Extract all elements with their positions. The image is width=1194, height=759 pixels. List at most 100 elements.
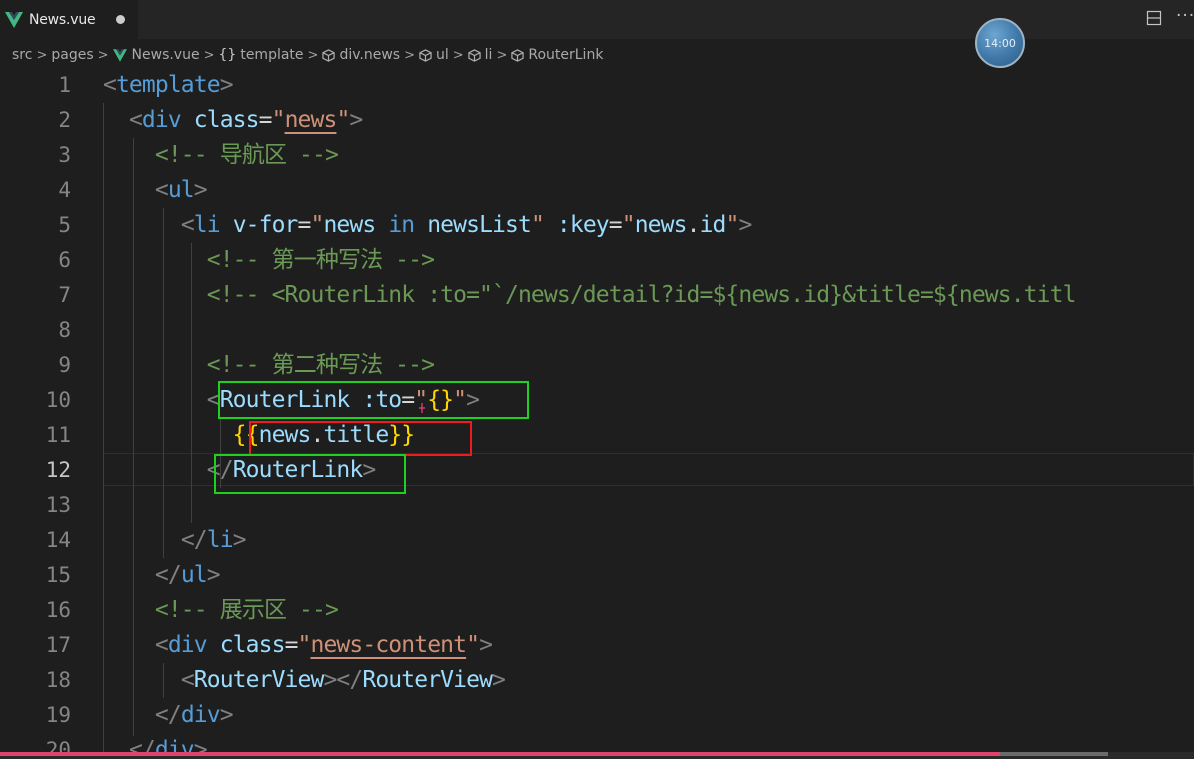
code-line[interactable]: 1 <template> (0, 68, 1194, 103)
code-token: > (466, 387, 480, 413)
code-token: " (271, 107, 286, 133)
code-line[interactable]: 16 <!-- 展示区 --> (0, 593, 1194, 628)
code-token: > (479, 632, 493, 658)
code-token: id (699, 212, 727, 238)
code-token: = (608, 212, 623, 238)
code-token: div (141, 107, 182, 133)
code-token: li (193, 212, 221, 238)
code-line[interactable]: 3 <!-- 导航区 --> (0, 138, 1194, 173)
code-line[interactable]: 13 (0, 488, 1194, 523)
code-text: {{news.title}} (103, 418, 415, 453)
breadcrumb-item[interactable]: src (12, 47, 32, 63)
code-line[interactable]: 6 <!-- 第一种写法 --> (0, 243, 1194, 278)
code-editor[interactable]: 1 <template> 2 <div class="news"> 3 <!-- 导航… (0, 68, 1194, 759)
text-cursor-icon (419, 403, 425, 413)
code-token: > (349, 107, 363, 133)
code-line[interactable]: 17 <div class="news-content"> (0, 628, 1194, 663)
code-token: :to (362, 387, 402, 413)
code-token: . (686, 212, 701, 238)
code-token: in (388, 212, 415, 238)
unsaved-dot-icon[interactable] (116, 15, 125, 24)
code-token: = (258, 107, 273, 133)
code-token: div (167, 632, 208, 658)
code-line[interactable]: 4 <ul> (0, 173, 1194, 208)
code-text: <!-- 导航区 --> (103, 138, 339, 173)
code-line[interactable]: 5 <li v-for="news in newsList" :key="new… (0, 208, 1194, 243)
code-text: <div class="news-content"> (103, 628, 493, 663)
code-token: <!-- 展示区 --> (154, 597, 339, 623)
line-number: 3 (58, 143, 71, 167)
line-number: 11 (45, 423, 71, 447)
breadcrumb-item[interactable]: RouterLink (511, 47, 603, 63)
vue-icon (5, 11, 23, 28)
code-token: ul (167, 177, 195, 203)
code-line[interactable]: 18 <RouterView></RouterView> (0, 663, 1194, 698)
code-line[interactable]: 10 <RouterLink :to="{}"> (0, 383, 1194, 418)
code-line[interactable]: 12 </RouterLink> (0, 453, 1194, 488)
code-line[interactable]: 7 <!-- <RouterLink :to="`/news/detail?id… (0, 278, 1194, 313)
breadcrumb-item[interactable]: ul (419, 47, 449, 63)
tab-filename: News.vue (29, 11, 96, 28)
line-number: 8 (58, 318, 71, 342)
split-editor-icon[interactable] (1146, 10, 1162, 26)
code-token: > (219, 72, 234, 98)
cube-icon (467, 48, 481, 62)
code-token: {} (427, 387, 454, 413)
code-token: }} (388, 422, 415, 448)
code-token: template (115, 72, 221, 98)
indent-guide (220, 418, 221, 488)
code-line[interactable]: 19 </div> (0, 698, 1194, 733)
cube-icon (419, 48, 432, 62)
code-token: " (310, 212, 325, 238)
breadcrumb-label: src (12, 47, 33, 63)
code-line[interactable]: 15 </ul> (0, 558, 1194, 593)
cube-icon (322, 48, 336, 62)
code-token: li (206, 527, 234, 553)
line-number: 10 (45, 388, 71, 412)
code-token: div (180, 702, 221, 728)
code-text: <div class="news"> (103, 103, 363, 138)
code-token: . (310, 422, 324, 448)
code-token: > (193, 177, 208, 203)
code-token: < (154, 177, 169, 203)
code-line[interactable]: 14 </li> (0, 523, 1194, 558)
code-token: RouterLink (219, 387, 351, 413)
code-line[interactable]: 9 <!-- 第二种写法 --> (0, 348, 1194, 383)
code-token: news (284, 107, 338, 133)
code-token: <!-- 导航区 --> (154, 142, 339, 168)
code-token: title (323, 422, 389, 448)
breadcrumb-item[interactable]: {} template (219, 47, 304, 63)
indent-guide (163, 663, 164, 698)
breadcrumb-item[interactable]: News.vue (112, 47, 200, 63)
code-token: " (466, 632, 480, 658)
code-text: </li> (103, 523, 247, 558)
code-token: :key (556, 212, 610, 238)
code-token: " (453, 387, 467, 413)
code-token: class (219, 632, 286, 658)
code-text: <!-- 第二种写法 --> (103, 348, 435, 383)
breadcrumb-item[interactable]: li (467, 47, 492, 63)
code-token: <!-- <RouterLink :to="`/news/detail?id=$… (206, 282, 1077, 308)
breadcrumb-item[interactable]: div.news (322, 47, 400, 63)
breadcrumb-separator: > (452, 47, 464, 63)
code-token: > (206, 562, 221, 588)
code-token: </ (180, 527, 208, 553)
code-token: news (258, 422, 312, 448)
code-line[interactable]: 11 {{news.title}} (0, 418, 1194, 453)
line-number: 16 (45, 598, 71, 622)
code-text: <!-- <RouterLink :to="`/news/detail?id=$… (103, 278, 1077, 313)
tab-news-vue[interactable]: News.vue (0, 0, 138, 39)
code-token: </ (154, 702, 182, 728)
code-line[interactable]: 2 <div class="news"> (0, 103, 1194, 138)
breadcrumb-item[interactable]: pages (51, 47, 93, 63)
code-token: ul (180, 562, 208, 588)
scrollbar-thumb[interactable] (1000, 752, 1108, 756)
more-actions-icon[interactable]: ··· (1176, 6, 1194, 26)
horizontal-scrollbar[interactable] (0, 752, 1194, 759)
code-line[interactable]: 8 (0, 313, 1194, 348)
